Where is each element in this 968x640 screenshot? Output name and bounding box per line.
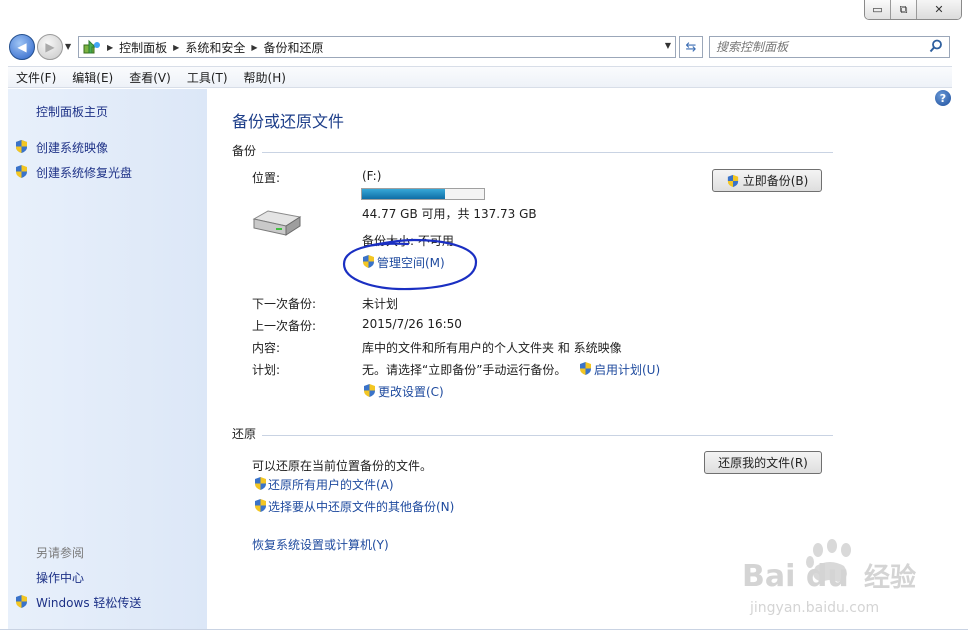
uac-shield-icon (580, 362, 591, 375)
uac-shield-icon (255, 499, 266, 512)
next-backup-value: 未计划 (362, 297, 399, 311)
menu-file[interactable]: 文件(F) (8, 69, 64, 86)
sidebar-control-panel-home[interactable]: 控制面板主页 (36, 103, 108, 120)
next-backup-label: 下一次备份: (252, 297, 317, 311)
navigation-bar: ◀ ▶ ▼ ▶ 控制面板 ▶ 系统和安全 ▶ 备份和还原 ▼ ⇆ (0, 32, 968, 62)
change-settings-link[interactable]: 更改设置(C) (378, 383, 444, 400)
close-button[interactable]: ✕ (917, 0, 961, 19)
section-divider (262, 435, 833, 436)
breadcrumb-separator[interactable]: ▶ (251, 43, 257, 52)
uac-shield-icon (16, 165, 27, 178)
title-bar: ▭ ⧉ ✕ (0, 0, 968, 32)
restore-my-files-label: 还原我的文件(R) (718, 456, 808, 470)
restore-section-header: 还原 (232, 427, 257, 441)
drive-usage-fill (362, 189, 445, 199)
uac-shield-icon (255, 477, 266, 490)
contents-value: 库中的文件和所有用户的个人文件夹 和 系统映像 (362, 341, 622, 355)
watermark-url: jingyan.baidu.com (749, 600, 879, 616)
uac-shield-icon (16, 140, 27, 153)
status-strip (0, 629, 968, 640)
breadcrumb-control-panel[interactable]: 控制面板 (119, 39, 167, 56)
schedule-value: 无。请选择“立即备份”手动运行备份。 (362, 363, 567, 377)
menu-bar: 文件(F) 编辑(E) 查看(V) 工具(T) 帮助(H) (8, 66, 952, 88)
select-other-backup-link[interactable]: 选择要从中还原文件的其他备份(N) (268, 498, 454, 515)
sidebar-create-system-image[interactable]: 创建系统映像 (36, 139, 108, 156)
backup-section-header: 备份 (232, 144, 257, 158)
uac-shield-icon (727, 174, 738, 187)
breadcrumb-separator: ▶ (107, 42, 114, 52)
drive-letter: (F:) (362, 169, 382, 183)
backup-now-button[interactable]: 立即备份(B) (712, 169, 822, 192)
forward-button[interactable]: ▶ (37, 34, 63, 60)
menu-view[interactable]: 查看(V) (121, 69, 179, 86)
drive-space-text: 44.77 GB 可用，共 137.73 GB (362, 207, 537, 221)
contents-label: 内容: (252, 341, 281, 355)
sidebar-action-center[interactable]: 操作中心 (36, 569, 84, 586)
menu-edit[interactable]: 编辑(E) (64, 69, 121, 86)
drive-usage-bar (361, 188, 485, 200)
recent-pages-dropdown[interactable]: ▼ (65, 42, 71, 51)
breadcrumb-system-security[interactable]: 系统和安全 (185, 39, 245, 56)
backup-now-label: 立即备份(B) (742, 174, 809, 188)
page-title: 备份或还原文件 (232, 112, 345, 131)
window-controls: ▭ ⧉ ✕ (864, 0, 962, 20)
baidu-jingyan-watermark: Bai du 经验 jingyan.baidu.com (742, 539, 916, 616)
watermark-cn: 经验 (864, 562, 916, 593)
address-dropdown-icon[interactable]: ▼ (665, 41, 671, 50)
see-also-header: 另请参阅 (36, 546, 85, 560)
address-bar[interactable]: ▶ 控制面板 ▶ 系统和安全 ▶ 备份和还原 ▼ (78, 36, 676, 58)
search-input[interactable] (716, 40, 916, 54)
schedule-label: 计划: (252, 363, 281, 377)
hard-drive-icon (252, 210, 302, 236)
uac-shield-icon (16, 595, 27, 608)
refresh-button[interactable]: ⇆ (679, 36, 703, 58)
sidebar-create-repair-disc[interactable]: 创建系统修复光盘 (36, 164, 132, 181)
breadcrumb-separator[interactable]: ▶ (173, 43, 179, 52)
help-icon[interactable]: ? (935, 90, 951, 106)
watermark-brand: Bai du (742, 559, 849, 594)
restore-all-users-link[interactable]: 还原所有用户的文件(A) (268, 476, 394, 493)
maximize-button[interactable]: ⧉ (891, 0, 917, 19)
restore-description: 可以还原在当前位置备份的文件。 (252, 459, 433, 473)
control-panel-icon (83, 39, 100, 54)
menu-tools[interactable]: 工具(T) (179, 69, 236, 86)
menu-help[interactable]: 帮助(H) (236, 69, 294, 86)
enable-schedule-link[interactable]: 启用计划(U) (594, 361, 660, 378)
back-button[interactable]: ◀ (9, 34, 35, 60)
recover-system-link[interactable]: 恢复系统设置或计算机(Y) (252, 536, 389, 553)
last-backup-label: 上一次备份: (252, 319, 317, 333)
section-divider (262, 152, 833, 153)
sidebar-easy-transfer[interactable]: Windows 轻松传送 (36, 594, 141, 611)
location-label: 位置: (252, 171, 281, 185)
uac-shield-icon (364, 384, 375, 397)
search-box (709, 36, 950, 58)
hand-drawn-circle-annotation (342, 238, 478, 291)
restore-my-files-button[interactable]: 还原我的文件(R) (704, 451, 822, 474)
breadcrumb-backup-restore[interactable]: 备份和还原 (264, 39, 324, 56)
scrollbar-track[interactable] (952, 66, 968, 640)
search-icon[interactable] (929, 39, 943, 53)
minimize-button[interactable]: ▭ (865, 0, 891, 19)
last-backup-value: 2015/7/26 16:50 (362, 317, 462, 331)
